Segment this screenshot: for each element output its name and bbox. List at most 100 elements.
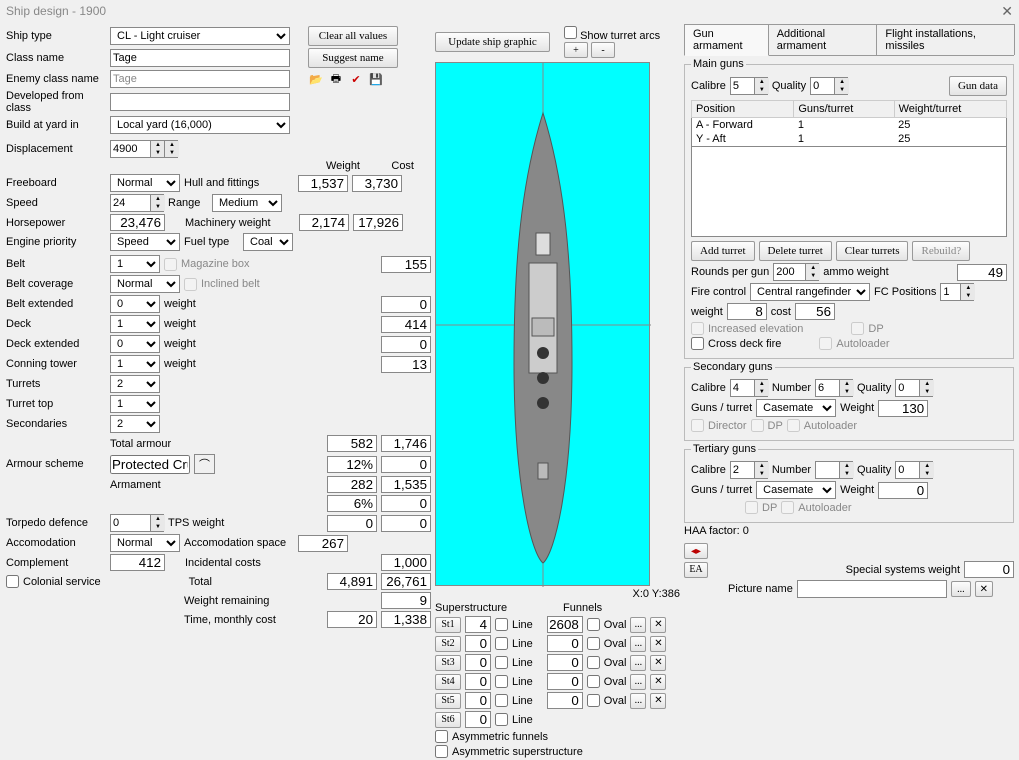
engine-priority-select[interactable]: Speed [110,233,180,251]
table-row[interactable]: A - Forward125 [692,118,1007,133]
st5-button[interactable]: St5 [435,693,461,709]
ship-graphic-canvas[interactable] [435,62,650,586]
colonial-check[interactable] [6,575,19,588]
save-icon[interactable]: 💾 [368,71,384,87]
class-name-input[interactable] [110,49,290,67]
displacement-spin[interactable]: ▲▼ ▲▼ [110,140,178,158]
show-arcs-label: Show turret arcs [580,30,660,42]
fc-select[interactable]: Central rangefinder [750,283,870,301]
turrets-select[interactable]: 2 [110,375,160,393]
st5-line[interactable] [495,694,508,707]
print-icon[interactable]: 🖶 [328,71,344,87]
clear-turrets-button[interactable]: Clear turrets [836,241,909,261]
add-turret-button[interactable]: Add turret [691,241,755,261]
close-button[interactable]: ✕ [1001,3,1013,20]
freeboard-select[interactable]: Normal [110,174,180,192]
total-armour-c [381,435,431,452]
ea-button[interactable]: EA [684,562,708,578]
tab-flight[interactable]: Flight installations, missiles [876,24,1015,55]
belt-cov-select[interactable]: Normal [110,275,180,293]
funnel-3-oval[interactable] [587,656,600,669]
arrows-button[interactable]: ◂▸ [684,543,708,559]
funnel-3-more[interactable]: ... [630,655,646,671]
st3-button[interactable]: St3 [435,655,461,671]
deck-ext-select[interactable]: 0 [110,335,160,353]
st3-val [465,654,491,671]
minus-button[interactable]: - [591,42,615,58]
funnel-4-oval[interactable] [587,675,600,688]
funnel-2-x[interactable]: ✕ [650,636,666,652]
ter-q-spin[interactable]: ▲▼ [895,461,933,479]
funnel-2-oval[interactable] [587,637,600,650]
sec-cal-spin[interactable]: ▲▼ [730,379,768,397]
torpedo-spin[interactable]: ▲▼ [110,514,164,532]
sec-q-spin[interactable]: ▲▼ [895,379,933,397]
funnel-1-x[interactable]: ✕ [650,617,666,633]
range-select[interactable]: Medium [212,194,282,212]
conning-select[interactable]: 1 [110,355,160,373]
st3-line[interactable] [495,656,508,669]
st2-line[interactable] [495,637,508,650]
main-quality-spin[interactable]: ▲▼ [810,77,848,95]
st4-button[interactable]: St4 [435,674,461,690]
funnel-4-more[interactable]: ... [630,674,646,690]
rpg-label: Rounds per gun [691,266,769,278]
check-icon[interactable]: ✔ [348,71,364,87]
developed-from-input[interactable] [110,93,290,111]
show-arcs-check[interactable] [564,26,577,39]
picture-name-input[interactable] [797,580,947,598]
ter-cal-spin[interactable]: ▲▼ [730,461,768,479]
funnel-3-x[interactable]: ✕ [650,655,666,671]
st1-button[interactable]: St1 [435,617,461,633]
st4-line[interactable] [495,675,508,688]
cross-check[interactable] [691,337,704,350]
accom-select[interactable]: Normal [110,534,180,552]
picture-x-button[interactable]: ✕ [975,581,993,597]
build-yard-select[interactable]: Local yard (16,000) [110,116,290,134]
enemy-class-input[interactable] [110,70,290,88]
funnel-5-more[interactable]: ... [630,693,646,709]
funnel-4-x[interactable]: ✕ [650,674,666,690]
funnel-3-val [547,654,583,671]
funnel-1-oval[interactable] [587,618,600,631]
st6-button[interactable]: St6 [435,712,461,728]
belt-label: Belt [6,258,106,270]
funnel-2-more[interactable]: ... [630,636,646,652]
gun-data-button[interactable]: Gun data [949,76,1007,96]
st2-button[interactable]: St2 [435,636,461,652]
speed-spin[interactable]: ▲▼ [110,194,164,212]
suggest-name-button[interactable]: Suggest name [308,48,398,68]
funnel-1-more[interactable]: ... [630,617,646,633]
rpg-spin[interactable]: ▲▼ [773,263,819,281]
fcp-spin[interactable]: ▲▼ [940,283,974,301]
ter-num-spin[interactable]: ▲▼ [815,461,853,479]
tab-additional[interactable]: Additional armament [768,24,878,55]
ship-type-select[interactable]: CL - Light cruiser [110,27,290,45]
fuel-type-select[interactable]: Coal [243,233,293,251]
time-v [327,611,377,628]
update-graphic-button[interactable]: Update ship graphic [435,32,550,52]
funnel-5-oval[interactable] [587,694,600,707]
belt-ext-select[interactable]: 0 [110,295,160,313]
st1-line[interactable] [495,618,508,631]
deck-select[interactable]: 1 [110,315,160,333]
st6-line[interactable] [495,713,508,726]
turret-top-select[interactable]: 1 [110,395,160,413]
clear-all-button[interactable]: Clear all values [308,26,398,46]
turret-table[interactable]: Position Guns/turret Weight/turret A - F… [691,100,1007,147]
tab-gun-armament[interactable]: Gun armament [684,24,769,56]
funnel-5-x[interactable]: ✕ [650,693,666,709]
sec-gpt-select[interactable]: Casemate [756,399,836,417]
picture-browse-button[interactable]: ... [951,581,971,597]
sec-num-spin[interactable]: ▲▼ [815,379,853,397]
delete-turret-button[interactable]: Delete turret [759,241,832,261]
main-calibre-spin[interactable]: ▲▼ [730,77,768,95]
plus-button[interactable]: + [564,42,588,58]
folder-icon[interactable]: 📂 [308,71,324,87]
asym-super-check[interactable] [435,745,448,758]
asym-funnels-check[interactable] [435,730,448,743]
secondaries-select[interactable]: 2 [110,415,160,433]
belt-select[interactable]: 1 [110,255,160,273]
table-row[interactable]: Y - Aft125 [692,132,1007,147]
ter-gpt-select[interactable]: Casemate [756,481,836,499]
